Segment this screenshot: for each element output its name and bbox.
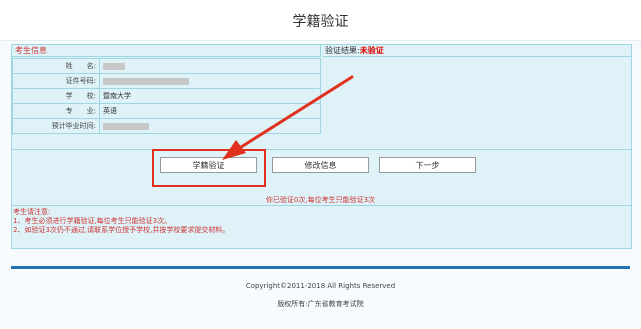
annotation-arrow-icon [222,75,354,160]
